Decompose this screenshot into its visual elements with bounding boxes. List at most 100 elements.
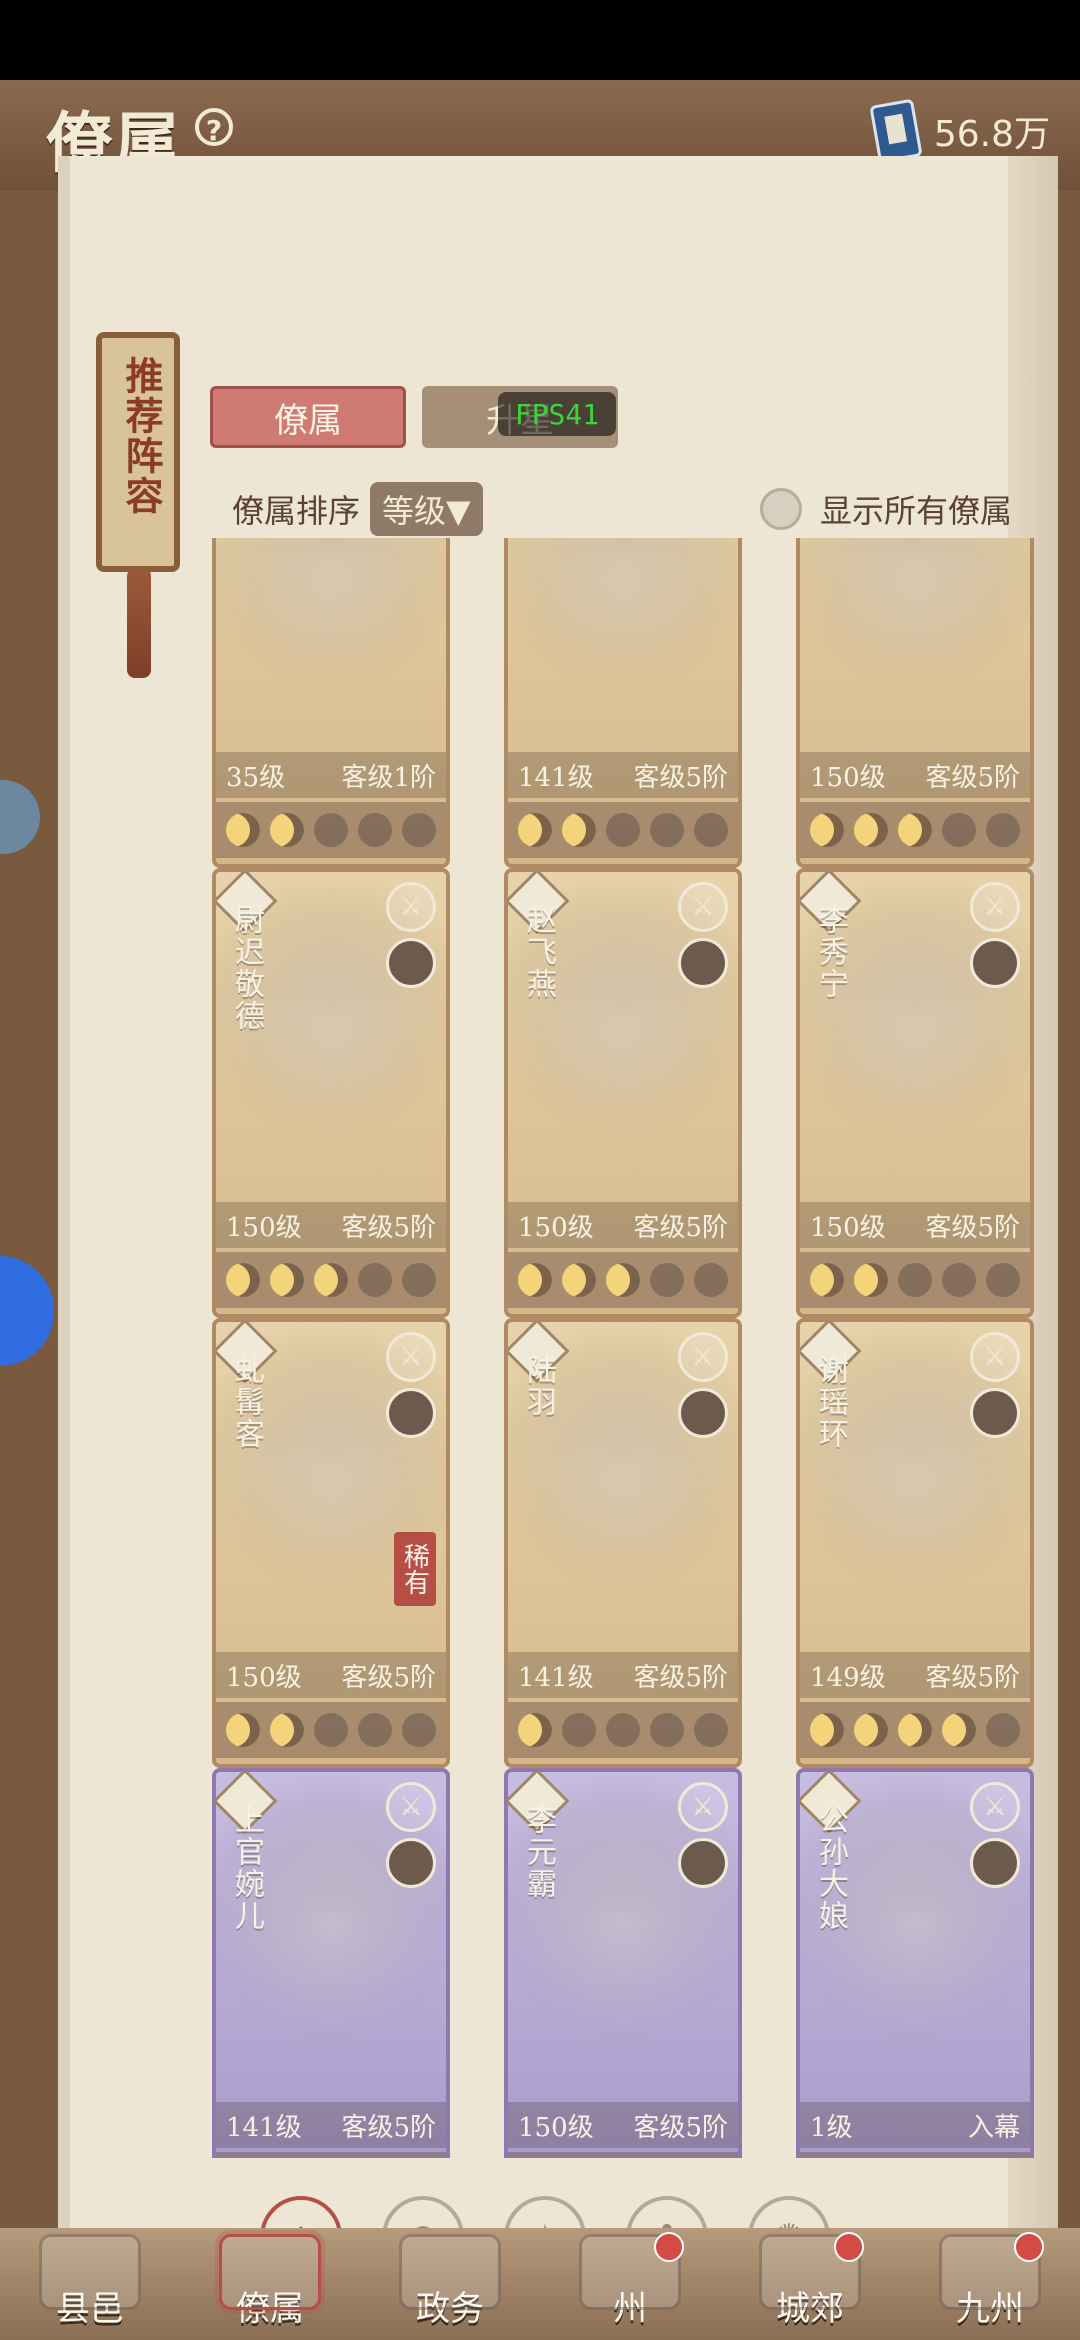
retainer-name: 李元霸 (521, 1804, 556, 1900)
class-icon: ⚔ (678, 1332, 728, 1382)
retainer-rank: 客级5阶 (633, 1212, 728, 1243)
moon-filled-icon (226, 1713, 260, 1747)
retainer-card[interactable]: ⚔君35级客级1阶 (212, 538, 450, 868)
toggle-circle[interactable] (760, 488, 802, 530)
moon-empty-icon (942, 813, 976, 847)
retainer-card[interactable]: ⚔ 陆羽 141级 客级5阶 (504, 1318, 742, 1768)
retainer-rank: 客级5阶 (925, 762, 1020, 793)
class-icon: ⚔ (386, 1782, 436, 1832)
floating-side-button[interactable] (0, 1256, 54, 1366)
moon-empty-icon (562, 1713, 596, 1747)
moon-empty-icon (606, 813, 640, 847)
bottom-nav-item[interactable]: 政务 (370, 2228, 530, 2340)
class-icon: ⚔ (386, 1332, 436, 1382)
moon-empty-icon (358, 1713, 392, 1747)
retainer-level: 150级 (226, 1662, 302, 1693)
bottom-nav-item[interactable]: 九州 (910, 2228, 1070, 2340)
class-icon: ⚔ (970, 1782, 1020, 1832)
notification-badge-icon (654, 2232, 684, 2262)
retainer-card[interactable]: ⚔逸141级客级5阶 (504, 538, 742, 868)
tab-retainers[interactable]: 僚属 (210, 386, 406, 448)
moon-empty-icon (314, 813, 348, 847)
moon-filled-icon (270, 813, 304, 847)
retainer-portrait (800, 538, 1030, 752)
system-status-bar (0, 0, 1080, 80)
moon-filled-icon (810, 1263, 844, 1297)
mini-avatar-icon (970, 1388, 1020, 1438)
retainer-stats: 149级 客级5阶 (800, 1652, 1030, 1698)
moon-filled-icon (270, 1713, 304, 1747)
bottom-nav-item[interactable]: 县邑 (10, 2228, 170, 2340)
bottom-nav-item[interactable]: 僚属 (190, 2228, 350, 2340)
retainer-card[interactable]: ⚔ 上官婉儿 141级 客级5阶 (212, 1768, 450, 2158)
help-icon[interactable]: ? (195, 108, 233, 147)
retainer-rank: 入幕 (967, 2112, 1020, 2143)
retainer-level: 150级 (518, 2112, 594, 2143)
sort-label: 僚属排序 (232, 492, 361, 530)
rarity-tag: 稀有 (394, 1532, 436, 1606)
moon-empty-icon (402, 813, 436, 847)
retainer-card[interactable]: ⚔ 公孙大娘 1级 入幕 (796, 1768, 1034, 2158)
moon-empty-icon (358, 813, 392, 847)
star-moons (216, 2152, 446, 2158)
retainer-stats: 150级 客级5阶 (216, 1202, 446, 1248)
retainer-name: 公孙大娘 (813, 1804, 848, 1932)
class-icon: ⚔ (678, 882, 728, 932)
retainer-rank: 客级5阶 (633, 1662, 728, 1693)
retainer-stats: 150级 客级5阶 (508, 1202, 738, 1248)
moon-empty-icon (650, 1713, 684, 1747)
notification-badge-icon (1014, 2232, 1044, 2262)
sort-dropdown[interactable]: 等级▼ (370, 482, 483, 536)
moon-filled-icon (606, 1263, 640, 1297)
retainer-card[interactable]: ⚔ 虬髯客 稀有 150级 客级5阶 (212, 1318, 450, 1768)
fps-overlay: FPS41 (498, 392, 616, 436)
recommended-lineup-label: 推荐阵容 (119, 356, 164, 516)
retainer-level: 149级 (810, 1662, 886, 1693)
retainer-stats: 150级 客级5阶 (800, 752, 1030, 798)
retainer-stats: 141级 客级5阶 (508, 752, 738, 798)
retainer-rank: 客级5阶 (633, 2112, 728, 2143)
retainer-name: 上官婉儿 (229, 1804, 264, 1932)
retainer-rank: 客级5阶 (341, 1212, 436, 1243)
nav-icon (399, 2234, 501, 2310)
moon-empty-icon (606, 1713, 640, 1747)
retainer-stats: 35级 客级1阶 (216, 752, 446, 798)
bottom-navigation: 县邑 僚属 政务州城郊 九州 (0, 2228, 1080, 2340)
moon-filled-icon (226, 1263, 260, 1297)
show-all-toggle[interactable]: 显示所有僚属 (760, 486, 1012, 532)
retainer-name: 李秀宁 (813, 904, 848, 1000)
moon-filled-icon (562, 813, 596, 847)
recommended-lineup-tag[interactable]: 推荐阵容 (96, 332, 180, 572)
retainer-card[interactable]: ⚔ 谢瑶环 149级 客级5阶 (796, 1318, 1034, 1768)
star-moons (800, 2152, 1030, 2158)
moon-empty-icon (942, 1263, 976, 1297)
mini-avatar-icon (970, 1838, 1020, 1888)
moon-filled-icon (810, 813, 844, 847)
retainer-rank: 客级5阶 (633, 762, 728, 793)
retainer-grid: ⚔君35级客级1阶⚔逸141级客级5阶⚔150级客级5阶⚔尉迟敬德150级客级5… (212, 538, 1052, 2158)
moon-filled-icon (854, 1713, 888, 1747)
retainer-name: 赵飞燕 (521, 904, 556, 1000)
nav-icon (39, 2234, 141, 2310)
mini-avatar-icon (678, 1388, 728, 1438)
moon-filled-icon (518, 813, 552, 847)
moon-empty-icon (402, 1713, 436, 1747)
retainer-card[interactable]: ⚔ 李元霸 150级 客级5阶 (504, 1768, 742, 2158)
star-moons (508, 802, 738, 858)
retainer-portrait (216, 538, 446, 752)
mini-avatar-icon (678, 938, 728, 988)
bottom-nav-item[interactable]: 城郊 (730, 2228, 890, 2340)
retainer-card[interactable]: ⚔150级客级5阶 (796, 538, 1034, 868)
retainer-name: 虬髯客 (229, 1354, 264, 1450)
bottom-nav-item[interactable]: 州 (550, 2228, 710, 2340)
retainer-card[interactable]: ⚔ 赵飞燕 150级 客级5阶 (504, 868, 742, 1318)
mini-avatar-icon (386, 1388, 436, 1438)
retainer-card[interactable]: ⚔ 李秀宁 150级 客级5阶 (796, 868, 1034, 1318)
class-icon: ⚔ (678, 1782, 728, 1832)
moon-empty-icon (402, 1263, 436, 1297)
moon-empty-icon (986, 1713, 1020, 1747)
retainer-card[interactable]: ⚔ 尉迟敬德 150级 客级5阶 (212, 868, 450, 1318)
moon-filled-icon (518, 1263, 552, 1297)
moon-filled-icon (898, 1713, 932, 1747)
side-indicator[interactable] (0, 780, 40, 854)
